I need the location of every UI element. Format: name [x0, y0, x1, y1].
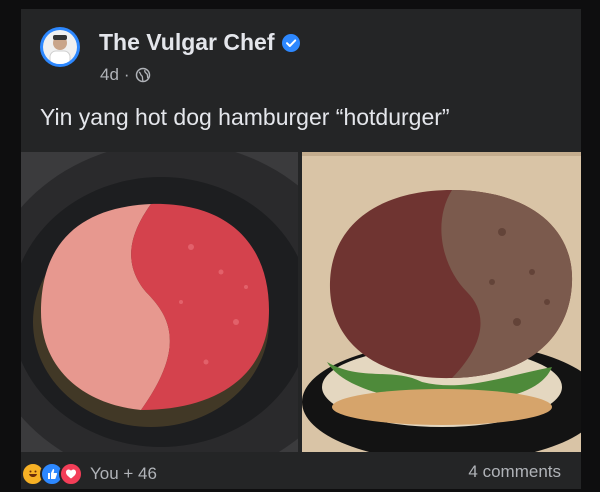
- author-avatar[interactable]: [40, 27, 80, 67]
- post-footer: You + 46 4 comments: [21, 462, 581, 492]
- avatar-image: [43, 30, 77, 64]
- post-card: The Vulgar Chef 4d · Yin yang hot dog ha…: [21, 9, 581, 489]
- love-icon: [59, 462, 83, 486]
- post-photo-raw-patty[interactable]: [21, 152, 298, 452]
- post-photo-cooked-burger[interactable]: [302, 152, 581, 452]
- globe-icon: [135, 67, 150, 83]
- post-caption: Yin yang hot dog hamburger “hotdurger”: [40, 104, 450, 130]
- reaction-count[interactable]: You + 46: [90, 464, 157, 484]
- post-time[interactable]: 4d: [100, 65, 119, 85]
- author-name-row: The Vulgar Chef: [99, 29, 301, 56]
- comment-count[interactable]: 4 comments: [468, 462, 561, 482]
- reactions-summary[interactable]: You + 46: [21, 462, 157, 486]
- author-name[interactable]: The Vulgar Chef: [99, 29, 275, 56]
- post-meta: 4d ·: [100, 65, 151, 85]
- verified-badge-icon: [281, 33, 300, 52]
- meta-separator: ·: [123, 65, 130, 84]
